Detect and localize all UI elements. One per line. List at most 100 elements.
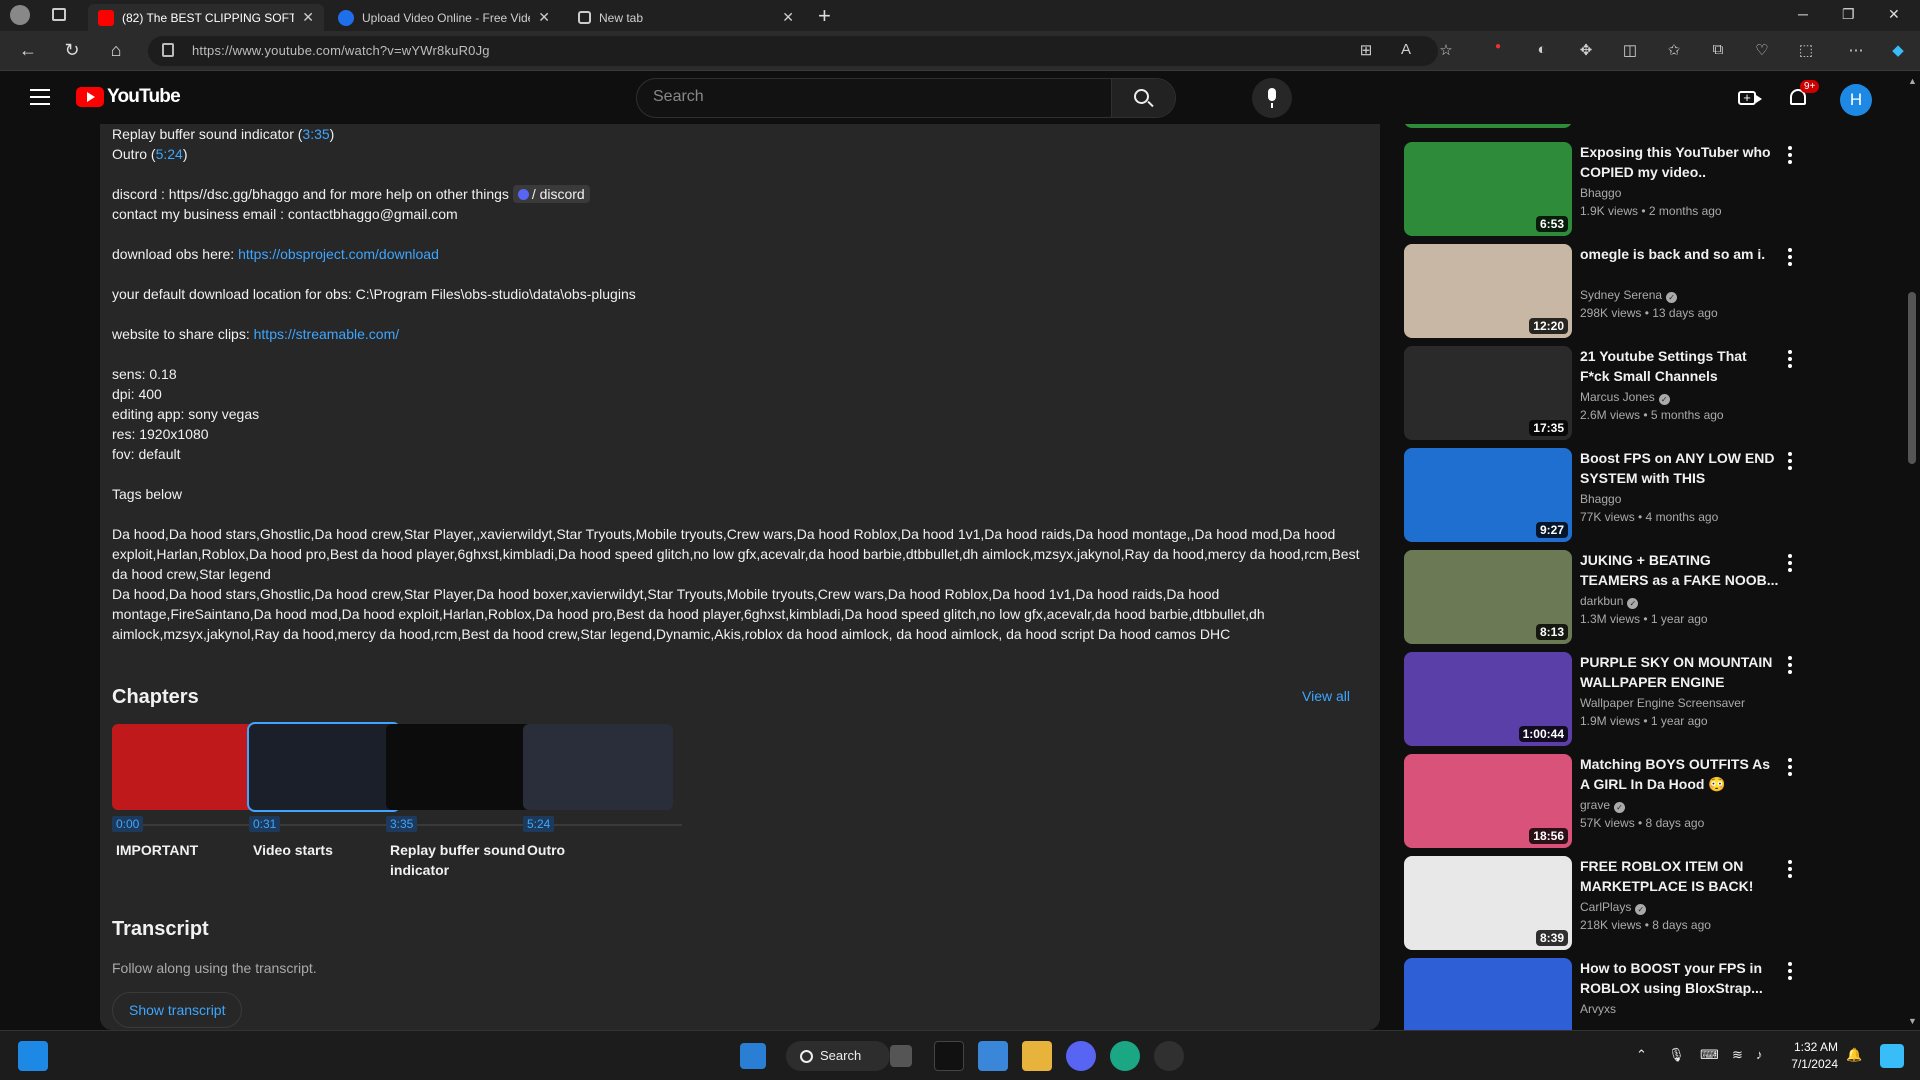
home-icon[interactable]: ⌂ [104,40,128,61]
more-options-icon[interactable] [1788,962,1792,980]
partial-recommendation-thumbnail[interactable] [1404,124,1572,128]
channel-name[interactable]: CarlPlays ✓ [1580,900,1647,915]
extension-icon[interactable]: ◐ [1532,41,1552,61]
menu-icon[interactable] [30,89,50,105]
description-link[interactable]: https://streamable.com/ [254,326,400,342]
notification-bell-icon[interactable]: 🔔 [1846,1047,1862,1063]
address-bar[interactable]: https://www.youtube.com/watch?v=wYWr8kuR… [148,36,1438,66]
show-hidden-icons-icon[interactable]: ⌃ [1636,1047,1647,1063]
more-options-icon[interactable] [1788,248,1792,266]
tab-new-tab[interactable]: New tab ✕ [568,4,804,31]
channel-name[interactable]: Wallpaper Engine Screensaver [1580,696,1745,710]
chapter-title[interactable]: Replay buffer sound indicator [390,840,536,880]
refresh-icon[interactable]: ↻ [60,40,84,61]
chapter-timestamp[interactable]: 0:31 [249,816,281,832]
task-view-icon[interactable] [890,1045,912,1067]
chapter-title[interactable]: Video starts [253,840,399,860]
video-title[interactable]: JUKING + BEATING TEAMERS as a FAKE NOOB.… [1580,550,1780,590]
favorite-star-icon[interactable]: ☆ [1436,41,1456,61]
video-thumbnail[interactable] [1404,958,1572,1030]
create-button[interactable]: + [1738,86,1762,110]
video-thumbnail[interactable]: 9:27 [1404,448,1572,542]
channel-name[interactable]: Bhaggo [1580,186,1621,200]
more-options-icon[interactable] [1788,350,1792,368]
back-icon[interactable]: ← [16,40,40,61]
video-thumbnail[interactable]: 17:35 [1404,346,1572,440]
new-tab-button[interactable]: + [818,3,831,29]
chapter-title[interactable]: Outro [527,840,673,860]
volume-icon[interactable]: ♪ [1756,1047,1763,1062]
description-link[interactable]: 3:35 [302,126,329,142]
video-thumbnail[interactable]: 12:20 [1404,244,1572,338]
video-thumbnail[interactable]: 8:13 [1404,550,1572,644]
channel-name[interactable]: Sydney Serena ✓ [1580,288,1678,303]
apps-icon[interactable]: ⊞ [1356,41,1376,61]
close-window-icon[interactable]: ✕ [1888,6,1900,23]
microphone-icon[interactable]: 🎙 [1668,1047,1685,1063]
channel-name[interactable]: grave ✓ [1580,798,1626,813]
chapter-timestamp[interactable]: 3:35 [386,816,418,832]
extension-icon[interactable]: ● [1488,41,1508,61]
more-menu-icon[interactable]: ⋯ [1846,41,1866,61]
discord-icon[interactable] [1066,1041,1096,1071]
video-title[interactable]: 21 Youtube Settings That F*ck Small Chan… [1580,346,1780,386]
edge-browser-icon[interactable] [1110,1041,1140,1071]
chapter-thumbnail[interactable] [386,724,536,810]
channel-name[interactable]: Arvyxs [1580,1002,1616,1016]
split-screen-icon[interactable]: ◫ [1620,41,1640,61]
file-explorer-icon[interactable] [1022,1041,1052,1071]
widgets-icon[interactable] [18,1041,48,1071]
search-button[interactable] [1111,79,1175,117]
channel-name[interactable]: Bhaggo [1580,492,1621,506]
chapter-item[interactable]: 0:00 IMPORTANT [112,724,262,858]
notifications-button[interactable]: 9+ [1786,80,1820,110]
more-options-icon[interactable] [1788,860,1792,878]
more-options-icon[interactable] [1788,656,1792,674]
chapter-title[interactable]: IMPORTANT [116,840,262,860]
show-transcript-button[interactable]: Show transcript [112,992,243,1028]
chapter-item[interactable]: 5:24 Outro [523,724,673,858]
start-icon[interactable] [740,1043,766,1069]
video-title[interactable]: omegle is back and so am i. [1580,244,1780,264]
taskbar-search[interactable]: Search [786,1041,890,1071]
screenshot-icon[interactable]: ⬚ [1796,41,1816,61]
chapter-thumbnail[interactable] [112,724,262,810]
more-options-icon[interactable] [1788,554,1792,572]
recommended-video[interactable]: How to BOOST your FPS in ROBLOX using Bl… [1404,958,1804,1030]
scroll-down-arrow-icon[interactable]: ▼ [1908,1016,1917,1026]
tab-actions-icon[interactable] [52,8,66,21]
tiktok-icon[interactable] [934,1041,964,1071]
minimize-icon[interactable]: ─ [1798,6,1808,22]
page-scrollbar[interactable]: ▲ ▼ [1904,72,1920,1030]
taskbar-clock[interactable]: 1:32 AM 7/1/2024 [1778,1039,1838,1073]
description-link[interactable]: https://obsproject.com/download [238,246,439,262]
recommended-video[interactable]: 9:27 Boost FPS on ANY LOW END SYSTEM with… [1404,448,1804,544]
video-title[interactable]: Boost FPS on ANY LOW END SYSTEM with THI… [1580,448,1780,488]
scrollbar-thumb[interactable] [1908,292,1916,464]
read-aloud-icon[interactable]: A [1396,41,1416,61]
recommended-video[interactable]: 18:56 Matching BOYS OUTFITS As A GIRL In … [1404,754,1804,850]
obs-studio-icon[interactable] [1154,1041,1184,1071]
view-all-chapters-link[interactable]: View all [1302,688,1350,704]
video-thumbnail[interactable]: 8:39 [1404,856,1572,950]
video-title[interactable]: FREE ROBLOX ITEM ON MARKETPLACE IS BACK!… [1580,856,1780,896]
favorites-icon[interactable]: ✩ [1664,41,1684,61]
channel-name[interactable]: darkbun ✓ [1580,594,1639,609]
voice-search-button[interactable] [1252,78,1292,118]
chapter-thumbnail[interactable] [247,722,401,812]
tab-youtube[interactable]: (82) The BEST CLIPPING SOFTWA ✕ [88,4,324,31]
video-thumbnail[interactable]: 1:00:44 [1404,652,1572,746]
account-avatar[interactable]: H [1840,84,1872,116]
recommended-video[interactable]: 1:00:44 PURPLE SKY ON MOUNTAIN WALLPAPER … [1404,652,1804,748]
chapter-item[interactable]: 3:35 Replay buffer sound indicator [386,724,536,878]
chapter-timestamp[interactable]: 5:24 [523,816,555,832]
keyboard-icon[interactable]: ⌨ [1700,1047,1719,1063]
restore-icon[interactable]: ❐ [1842,6,1855,23]
channel-name[interactable]: Marcus Jones ✓ [1580,390,1670,405]
wifi-icon[interactable]: ≋ [1732,1047,1743,1063]
video-title[interactable]: Matching BOYS OUTFITS As A GIRL In Da Ho… [1580,754,1780,794]
discord-link-chip[interactable]: / discord [512,185,590,203]
video-title[interactable]: How to BOOST your FPS in ROBLOX using Bl… [1580,958,1780,998]
chapter-timestamp[interactable]: 0:00 [112,816,144,832]
browser-essentials-icon[interactable]: ♡ [1752,41,1772,61]
